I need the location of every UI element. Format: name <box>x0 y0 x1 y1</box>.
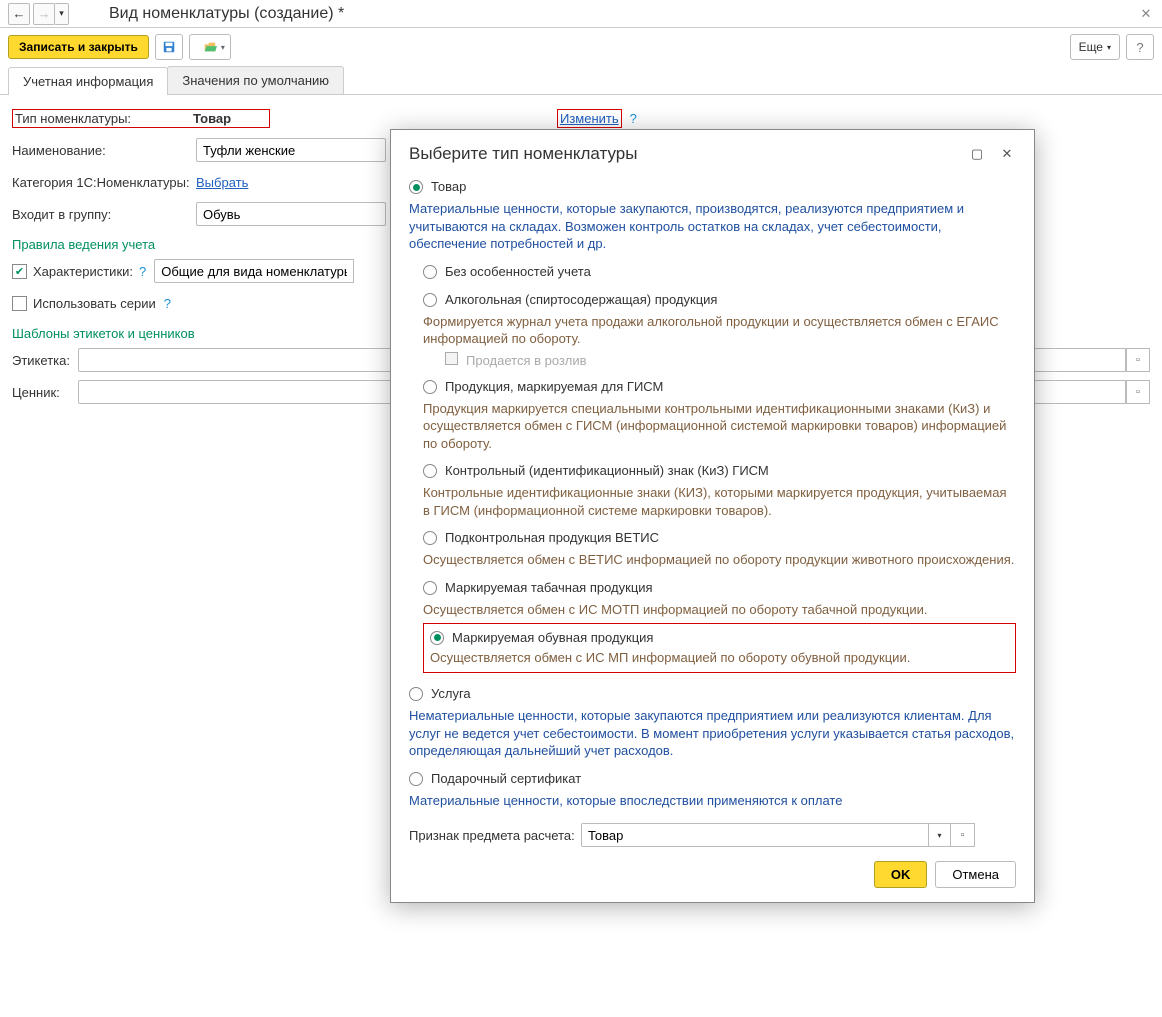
tab-accounting-info[interactable]: Учетная информация <box>8 67 168 95</box>
radio-vetis-label: Подконтрольная продукция ВЕТИС <box>445 529 659 547</box>
radio-shoes[interactable] <box>430 631 444 645</box>
type-label: Тип номенклатуры: <box>15 111 193 126</box>
characteristics-dropdown[interactable] <box>154 259 354 283</box>
tab-defaults[interactable]: Значения по умолчанию <box>167 66 344 94</box>
radio-shoes-label: Маркируемая обувная продукция <box>452 629 653 647</box>
draft-checkbox <box>445 352 458 365</box>
alcohol-description: Формируется журнал учета продажи алкогол… <box>423 313 1016 348</box>
nav-back-button[interactable]: ← <box>8 3 30 25</box>
maximize-icon[interactable]: ▢ <box>968 145 986 163</box>
radio-tobacco-label: Маркируемая табачная продукция <box>445 579 653 597</box>
radio-kiz[interactable] <box>423 464 437 478</box>
category-label: Категория 1С:Номенклатуры: <box>12 175 196 190</box>
radio-tovar-label: Товар <box>431 178 466 196</box>
gism-description: Продукция маркируется специальными контр… <box>423 400 1016 453</box>
radio-tovar[interactable] <box>409 180 423 194</box>
radio-gism[interactable] <box>423 380 437 394</box>
radio-gift-label: Подарочный сертификат <box>431 770 581 788</box>
group-label: Входит в группу: <box>12 207 196 222</box>
subject-input[interactable] <box>581 823 929 847</box>
category-select-link[interactable]: Выбрать <box>196 175 248 190</box>
chevron-down-icon: ▾ <box>1107 43 1111 52</box>
radio-gift[interactable] <box>409 772 423 786</box>
price-tag-label: Ценник: <box>12 385 78 400</box>
name-input[interactable] <box>196 138 386 162</box>
label-label: Этикетка: <box>12 353 78 368</box>
radio-service-label: Услуга <box>431 685 471 703</box>
vetis-description: Осуществляется обмен с ВЕТИС информацией… <box>423 551 1016 569</box>
save-and-close-button[interactable]: Записать и закрыть <box>8 35 149 59</box>
dropdown-icon[interactable]: ▾ <box>929 823 951 847</box>
nav-forward-button[interactable]: → <box>33 3 55 25</box>
open-icon[interactable]: ▫ <box>951 823 975 847</box>
draft-label: Продается в розлив <box>466 352 587 370</box>
characteristics-checkbox[interactable]: ✔ <box>12 264 27 279</box>
radio-tobacco[interactable] <box>423 581 437 595</box>
nav-dropdown-button[interactable]: ▾ <box>55 3 69 25</box>
tovar-description: Материальные ценности, которые закупаютс… <box>409 200 1016 253</box>
radio-alcohol-label: Алкогольная (спиртосодержащая) продукция <box>445 291 717 309</box>
use-series-label: Использовать серии <box>33 296 156 311</box>
radio-gism-label: Продукция, маркируемая для ГИСМ <box>445 378 663 396</box>
group-input[interactable] <box>196 202 386 226</box>
folder-icon <box>203 40 217 54</box>
modal-title: Выберите тип номенклатуры <box>409 144 956 164</box>
tobacco-description: Осуществляется обмен с ИС МОТП информаци… <box>423 601 1016 619</box>
subject-label: Признак предмета расчета: <box>409 828 581 843</box>
more-button[interactable]: Еще ▾ <box>1070 34 1120 60</box>
radio-no-special[interactable] <box>423 265 437 279</box>
gift-description: Материальные ценности, которые впоследст… <box>409 792 1016 810</box>
radio-vetis[interactable] <box>423 531 437 545</box>
help-icon[interactable]: ? <box>630 111 637 126</box>
use-series-checkbox[interactable] <box>12 296 27 311</box>
open-icon[interactable]: ▫ <box>1126 348 1150 372</box>
radio-alcohol[interactable] <box>423 293 437 307</box>
type-value: Товар <box>193 111 261 126</box>
radio-kiz-label: Контрольный (идентификационный) знак (Ки… <box>445 462 769 480</box>
help-icon[interactable]: ? <box>164 296 171 311</box>
name-label: Наименование: <box>12 143 196 158</box>
open-icon[interactable]: ▫ <box>1126 380 1150 404</box>
shoes-description: Осуществляется обмен с ИС МП информацией… <box>430 649 1009 667</box>
radio-service[interactable] <box>409 687 423 701</box>
ok-button[interactable]: OK <box>874 861 928 888</box>
help-button[interactable]: ? <box>1126 34 1154 60</box>
service-description: Нематериальные ценности, которые закупаю… <box>409 707 1016 760</box>
change-type-link[interactable]: Изменить <box>560 111 619 126</box>
window-title: Вид номенклатуры (создание) * <box>109 5 344 23</box>
close-icon[interactable]: ✕ <box>998 145 1016 163</box>
save-icon <box>162 40 176 54</box>
cancel-button[interactable]: Отмена <box>935 861 1016 888</box>
close-icon[interactable]: ✕ <box>1138 6 1154 22</box>
kiz-description: Контрольные идентификационные знаки (КИЗ… <box>423 484 1016 519</box>
select-type-modal: Выберите тип номенклатуры ▢ ✕ Товар Мате… <box>390 129 1035 903</box>
print-dropdown-button[interactable] <box>189 34 231 60</box>
help-icon[interactable]: ? <box>139 264 146 279</box>
radio-no-special-label: Без особенностей учета <box>445 263 591 281</box>
characteristics-label: Характеристики: <box>33 264 133 279</box>
save-button[interactable] <box>155 34 183 60</box>
